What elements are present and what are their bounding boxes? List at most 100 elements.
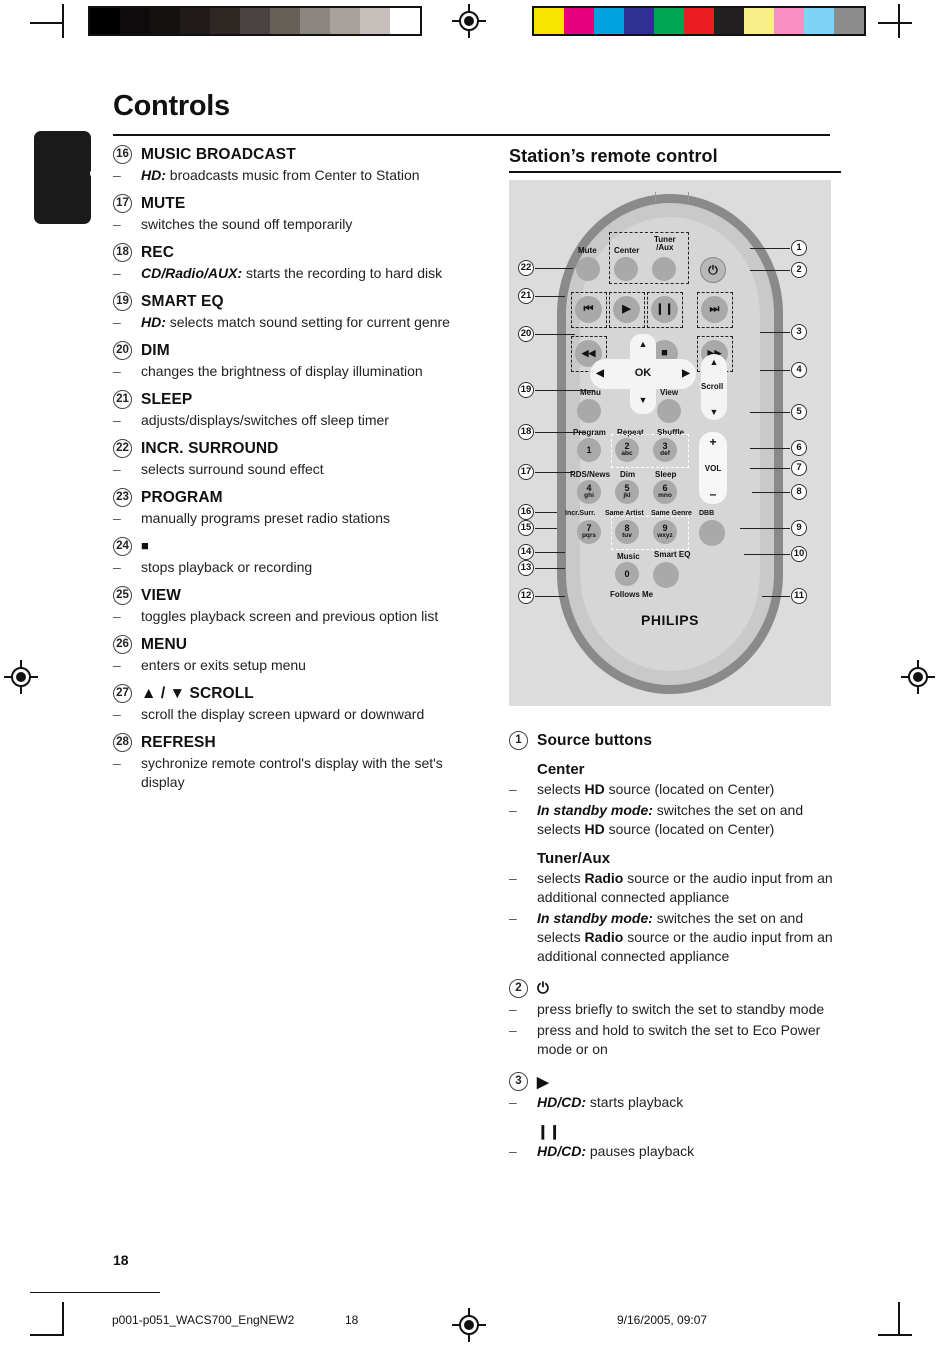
- view-button[interactable]: [657, 399, 681, 423]
- callout-number: 10: [791, 546, 807, 562]
- key-1-button[interactable]: 1: [577, 438, 601, 462]
- smart-eq-button[interactable]: [653, 562, 679, 588]
- callout-left-13: 13: [518, 560, 565, 576]
- remote-entry-label: ▶: [537, 1074, 549, 1092]
- key-5-button[interactable]: 5 jkl: [615, 480, 639, 504]
- key-8-button[interactable]: 8 tuv: [615, 520, 639, 544]
- grayscale-color-bar: [88, 6, 422, 36]
- center-button[interactable]: [614, 257, 638, 281]
- callout-right-7: 7: [750, 460, 807, 476]
- key-2-button[interactable]: 2 abc: [615, 438, 639, 462]
- scroll-up-icon[interactable]: ▲: [710, 357, 719, 367]
- emphasis-text: HD: [584, 821, 605, 838]
- bullet-dash: –: [113, 461, 121, 478]
- volume-down-label[interactable]: –: [710, 487, 717, 501]
- control-label: MUSIC BROADCAST: [141, 146, 296, 163]
- registration-mark-bottom: [452, 1308, 486, 1342]
- ok-button[interactable]: OK: [627, 361, 659, 387]
- callout-number: 11: [791, 588, 807, 604]
- remote-number-badge: 3: [509, 1072, 528, 1092]
- menu-button[interactable]: [577, 399, 601, 423]
- color-swatch: [804, 8, 834, 34]
- remote-entry-label: ⏻: [537, 980, 549, 998]
- key-7-letters: pqrs: [581, 532, 597, 540]
- play-button[interactable]: ▶: [613, 296, 640, 323]
- callout-number: 3: [791, 324, 807, 340]
- dim-label: Dim: [620, 470, 636, 479]
- color-swatch: [654, 8, 684, 34]
- standby-button[interactable]: ⏻: [700, 257, 726, 283]
- control-label: MENU: [141, 636, 188, 654]
- key-9-button[interactable]: 9 wxyz: [653, 520, 677, 544]
- dpad-left-button[interactable]: ◀: [593, 365, 607, 383]
- color-swatch: [624, 8, 654, 34]
- callout-number: 16: [518, 504, 534, 520]
- bullet-dash: –: [113, 216, 121, 233]
- description-text: HD/CD: starts playback: [537, 1094, 684, 1111]
- dpad-right-button[interactable]: ▶: [679, 365, 693, 383]
- control-label: INCR. SURROUND: [141, 440, 279, 458]
- description-lead: HD:: [141, 314, 166, 331]
- control-description: – selects surround sound effect: [113, 460, 458, 479]
- bullet-dash: –: [113, 363, 121, 380]
- bullet-dash: –: [113, 265, 121, 282]
- crop-mark: [898, 4, 900, 38]
- control-label: REC: [141, 244, 175, 262]
- key-6-button[interactable]: 6 mno: [653, 480, 677, 504]
- description-text: switches the sound off temporarily: [141, 216, 353, 233]
- pause-button[interactable]: ❙❙: [651, 296, 678, 323]
- next-button[interactable]: ⏭: [701, 296, 728, 323]
- volume-up-label[interactable]: +: [709, 435, 716, 449]
- control-number-badge: 20: [113, 341, 132, 361]
- remote-control-diagram: Mute Center Tuner/Aux ⏻ ⏮ ▶ ❙❙ ⏭ ◀◀ ■ ▶▶: [509, 180, 831, 706]
- control-label: SMART EQ: [141, 293, 224, 311]
- color-swatch: [150, 8, 180, 34]
- crop-mark: [30, 1334, 64, 1336]
- color-swatch: [834, 8, 864, 34]
- footer-page-number: 18: [345, 1313, 359, 1327]
- bullet-dash: –: [113, 412, 121, 429]
- control-number-badge: 18: [113, 243, 132, 263]
- key-3-button[interactable]: 3 def: [653, 438, 677, 462]
- callout-leader-line: [750, 269, 790, 271]
- volume-rocker[interactable]: + VOL –: [699, 432, 727, 504]
- dpad-up-button[interactable]: ▲: [636, 338, 650, 352]
- scroll-down-icon[interactable]: ▼: [710, 407, 719, 417]
- description-lead: CD/Radio/AUX:: [141, 265, 243, 282]
- control-number-badge: 25: [113, 586, 132, 606]
- color-swatch: [120, 8, 150, 34]
- callout-number: 20: [518, 326, 534, 342]
- previous-button[interactable]: ⏮: [575, 296, 602, 323]
- crop-mark: [898, 1302, 900, 1336]
- mute-button[interactable]: [576, 257, 600, 281]
- dbb-button[interactable]: [699, 520, 725, 546]
- callout-leader-line: [535, 431, 585, 433]
- key-0-button[interactable]: 0: [615, 562, 639, 586]
- callout-number: 9: [791, 520, 807, 536]
- control-description: – adjusts/displays/switches off sleep tim…: [113, 411, 458, 430]
- cmyk-color-bar: [532, 6, 866, 36]
- bullet-dash: –: [509, 1022, 517, 1039]
- remote-subheading: Tuner/Aux: [537, 850, 611, 868]
- description-text: stops playback or recording: [141, 559, 313, 576]
- control-label: SLEEP: [141, 391, 193, 409]
- color-swatch: [390, 8, 420, 34]
- color-swatch: [714, 8, 744, 34]
- control-number-badge: 27: [113, 684, 132, 704]
- callout-leader-line: [762, 595, 790, 597]
- control-entry-23: 23 PROGRAM: [113, 488, 458, 508]
- key-4-button[interactable]: 4 ghi: [577, 480, 601, 504]
- key-2-letters: abc: [621, 450, 633, 458]
- callout-right-8: 8: [752, 484, 807, 500]
- remote-number-badge: 1: [509, 731, 528, 750]
- key-7-button[interactable]: 7 pqrs: [577, 520, 601, 544]
- control-description: – stops playback or recording: [113, 558, 458, 577]
- callout-leader-line: [760, 369, 790, 371]
- color-swatch: [180, 8, 210, 34]
- key-0-digit: 0: [624, 568, 630, 579]
- description-text: HD: broadcasts music from Center to Stat…: [141, 167, 420, 183]
- bullet-dash: –: [113, 755, 121, 772]
- dpad-down-button[interactable]: ▼: [636, 394, 650, 408]
- tuner-aux-button[interactable]: [652, 257, 676, 281]
- description-text: selects HD source (located on Center): [537, 781, 775, 797]
